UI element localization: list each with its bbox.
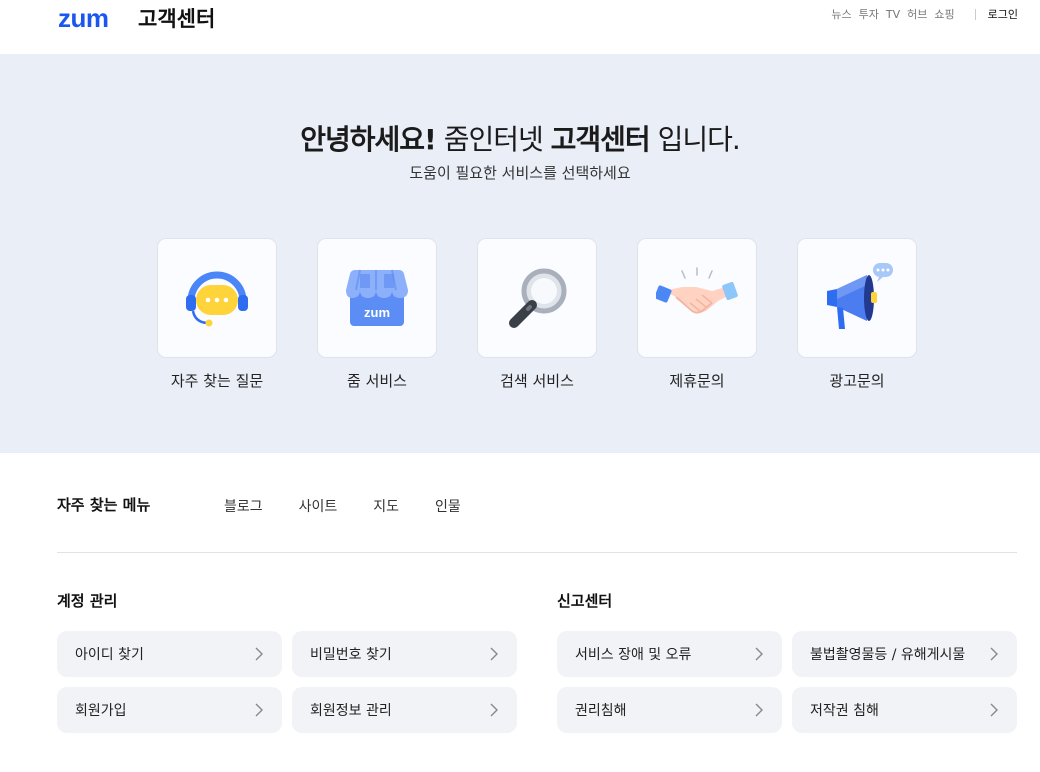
nav-separator (974, 8, 976, 20)
login-link[interactable]: 로그인 (988, 6, 1018, 22)
frequent-link-map[interactable]: 지도 (373, 496, 399, 516)
find-password-label: 비밀번호 찾기 (310, 647, 392, 663)
card-advertising[interactable]: 광고문의 (797, 238, 917, 391)
nav-invest[interactable]: 투자 (859, 6, 879, 22)
chevron-right-icon (990, 703, 998, 717)
handshake-icon (656, 267, 738, 314)
hero-subtitle: 도움이 필요한 서비스를 선택하세요 (409, 164, 631, 182)
frequent-link-blog[interactable]: 블로그 (224, 496, 263, 516)
account-section-title: 계정 관리 (57, 592, 118, 610)
card-advertising-box[interactable] (797, 238, 917, 358)
find-password-button[interactable]: 비밀번호 찾기 (292, 631, 517, 677)
member-info-button[interactable]: 회원정보 관리 (292, 687, 517, 733)
card-advertising-label: 광고문의 (829, 372, 885, 390)
account-section: 계정 관리 아이디 찾기 비밀번호 찾기 회원가입 회원정보 관리 (57, 590, 517, 733)
nav-hub[interactable]: 허브 (907, 6, 927, 22)
zum-store-icon: zum (346, 269, 408, 326)
card-search-service-box[interactable] (477, 238, 597, 358)
report-grid: 서비스 장애 및 오류 불법촬영물등 / 유해게시물 권리침해 저작권 침해 (557, 631, 1017, 733)
zum-logo[interactable]: zum (58, 3, 109, 34)
service-error-label: 서비스 장애 및 오류 (575, 647, 692, 663)
report-section-title: 신고센터 (557, 592, 613, 610)
sign-up-label: 회원가입 (75, 703, 127, 719)
account-grid: 아이디 찾기 비밀번호 찾기 회원가입 회원정보 관리 (57, 631, 517, 733)
illegal-content-button[interactable]: 불법촬영물등 / 유해게시물 (792, 631, 1017, 677)
card-faq-label: 자주 찾는 질문 (170, 372, 264, 390)
headset-icon (186, 271, 248, 327)
copyright-infringement-label: 저작권 침해 (810, 703, 879, 719)
hero-greeting: 안녕하세요! (300, 123, 437, 156)
frequent-menu-links: 블로그 사이트 지도 인물 (224, 496, 497, 516)
zum-store-icon-text: zum (364, 305, 390, 320)
hero-title: 안녕하세요! 줌인터넷 고객센터 입니다. (0, 118, 1040, 158)
sign-up-button[interactable]: 회원가입 (57, 687, 282, 733)
frequent-menu-title: 자주 찾는 메뉴 (57, 496, 151, 514)
chevron-right-icon (255, 703, 263, 717)
service-cards: 자주 찾는 질문 zum 줌 서비스 검색 서비스 제휴문의 광고문의 (157, 238, 917, 391)
chevron-right-icon (755, 703, 763, 717)
card-partnership[interactable]: 제휴문의 (637, 238, 757, 391)
megaphone-icon (827, 263, 893, 329)
chevron-right-icon (490, 703, 498, 717)
copyright-infringement-button[interactable]: 저작권 침해 (792, 687, 1017, 733)
card-partnership-box[interactable] (637, 238, 757, 358)
card-search-service[interactable]: 검색 서비스 (477, 238, 597, 391)
frequent-link-person[interactable]: 인물 (435, 496, 461, 516)
site-title[interactable]: 고객센터 (138, 3, 215, 33)
service-error-button[interactable]: 서비스 장애 및 오류 (557, 631, 782, 677)
nav-news[interactable]: 뉴스 (831, 6, 851, 22)
section-divider (57, 552, 1017, 553)
top-nav: 뉴스 투자 TV 허브 쇼핑 로그인 (824, 6, 1018, 22)
magnifier-icon (509, 268, 567, 328)
chevron-right-icon (490, 647, 498, 661)
card-zum-service-label: 줌 서비스 (347, 372, 407, 390)
report-section: 신고센터 서비스 장애 및 오류 불법촬영물등 / 유해게시물 권리침해 저작권… (557, 590, 1017, 733)
frequent-link-site[interactable]: 사이트 (299, 496, 338, 516)
hero-company: 줌인터넷 (435, 123, 551, 156)
find-id-button[interactable]: 아이디 찾기 (57, 631, 282, 677)
hero-end: 입니다. (649, 123, 741, 156)
find-id-label: 아이디 찾기 (75, 647, 144, 663)
card-zum-service-box[interactable]: zum (317, 238, 437, 358)
card-faq-box[interactable] (157, 238, 277, 358)
chevron-right-icon (755, 647, 763, 661)
header: zum 고객센터 뉴스 투자 TV 허브 쇼핑 로그인 (0, 0, 1040, 54)
chevron-right-icon (255, 647, 263, 661)
frequent-menu: 자주 찾는 메뉴 블로그 사이트 지도 인물 (57, 494, 1017, 518)
nav-tv[interactable]: TV (886, 8, 900, 21)
member-info-label: 회원정보 관리 (310, 703, 392, 719)
card-zum-service[interactable]: zum 줌 서비스 (317, 238, 437, 391)
hero-cs: 고객센터 (550, 123, 651, 156)
card-search-service-label: 검색 서비스 (500, 372, 574, 390)
illegal-content-label: 불법촬영물등 / 유해게시물 (810, 647, 966, 663)
card-partnership-label: 제휴문의 (669, 372, 725, 390)
rights-infringement-label: 권리침해 (575, 703, 627, 719)
hero-section: 안녕하세요! 줌인터넷 고객센터 입니다. 도움이 필요한 서비스를 선택하세요… (0, 54, 1040, 453)
nav-shopping[interactable]: 쇼핑 (934, 6, 954, 22)
card-faq[interactable]: 자주 찾는 질문 (157, 238, 277, 391)
chevron-right-icon (990, 647, 998, 661)
rights-infringement-button[interactable]: 권리침해 (557, 687, 782, 733)
